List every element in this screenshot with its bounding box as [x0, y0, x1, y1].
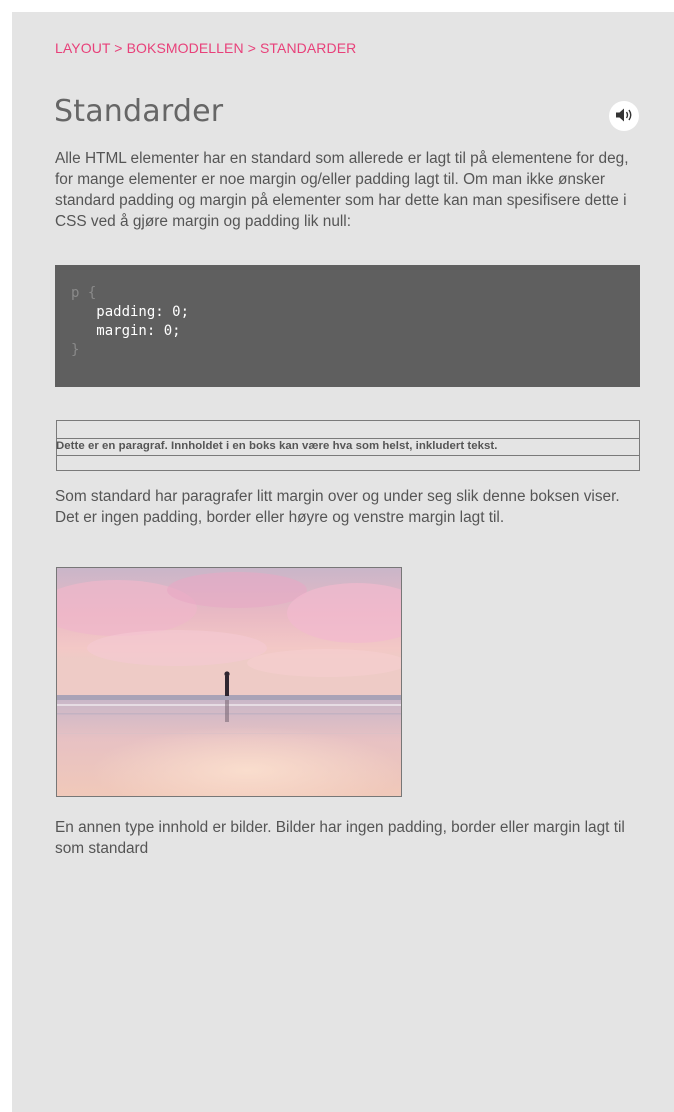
code-example: p { padding: 0; margin: 0; }: [55, 265, 640, 387]
page-title: Standarder: [54, 94, 224, 129]
box-model-demo: Dette er en paragraf. Innholdet i en bok…: [56, 420, 640, 471]
code-margin-line: margin: 0;: [71, 323, 181, 339]
code-close: }: [71, 342, 80, 358]
image-caption: En annen type innhold er bilder. Bilder …: [55, 819, 625, 857]
breadcrumb[interactable]: LAYOUT > BOKSMODELLEN > STANDARDER: [55, 40, 356, 56]
content-panel: LAYOUT > BOKSMODELLEN > STANDARDER Stand…: [12, 12, 674, 1112]
demo-paragraph: Dette er en paragraf. Innholdet i en bok…: [56, 438, 640, 456]
audio-button[interactable]: [609, 101, 639, 131]
beach-photo: [56, 567, 402, 797]
after-demo-text: Som standard har paragrafer litt margin …: [55, 488, 620, 526]
speaker-icon: [614, 107, 634, 126]
code-padding-line: padding: 0;: [71, 304, 190, 320]
intro-text: Alle HTML elementer har en standard som …: [55, 150, 629, 230]
code-open: p {: [71, 285, 97, 301]
